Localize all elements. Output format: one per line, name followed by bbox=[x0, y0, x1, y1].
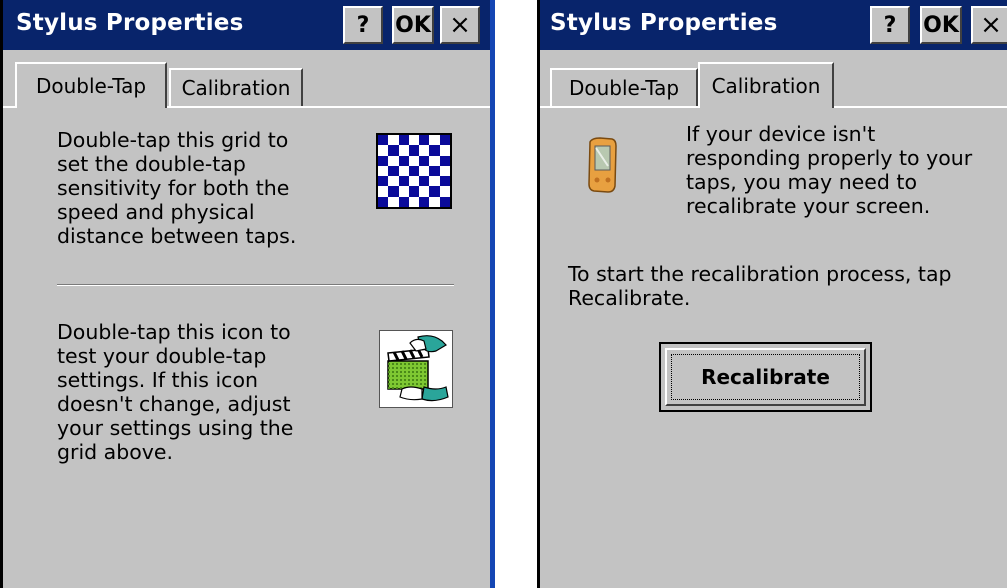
grid-cell bbox=[399, 145, 409, 155]
grid-cell bbox=[398, 196, 409, 207]
grid-cell bbox=[429, 145, 440, 156]
recalibrate-button[interactable]: Recalibrate bbox=[659, 342, 872, 412]
grid-cell bbox=[409, 176, 419, 186]
grid-cell bbox=[429, 156, 439, 166]
grid-cell bbox=[388, 197, 398, 207]
title-bar: Stylus Properties ? OK × bbox=[3, 0, 490, 50]
section-divider bbox=[57, 284, 454, 286]
tab-calibration[interactable]: Calibration bbox=[169, 68, 303, 106]
calibration-instruction: To start the recalibration process, tap … bbox=[568, 262, 952, 310]
grid-cell bbox=[439, 155, 450, 166]
grid-cell bbox=[378, 166, 388, 176]
grid-cell bbox=[408, 165, 420, 177]
tab-double-tap[interactable]: Double-Tap bbox=[550, 68, 698, 106]
grid-cell bbox=[419, 176, 430, 187]
grid-cell bbox=[419, 155, 430, 166]
grid-cell bbox=[378, 176, 389, 187]
grid-cell bbox=[398, 135, 409, 146]
grid-cell bbox=[398, 155, 409, 166]
recalibrate-label: Recalibrate bbox=[701, 365, 830, 389]
tab-calibration[interactable]: Calibration bbox=[698, 62, 834, 108]
grid-cell bbox=[388, 165, 399, 177]
grid-cell bbox=[429, 197, 439, 207]
stylus-properties-dialog-calibration: Stylus Properties ? OK × Double-Tap Cali… bbox=[537, 0, 1007, 588]
close-button[interactable]: × bbox=[971, 6, 1007, 44]
dialog-title: Stylus Properties bbox=[550, 10, 778, 36]
grid-cell bbox=[419, 186, 429, 196]
grid-cell bbox=[408, 186, 420, 197]
ok-button[interactable]: OK bbox=[392, 6, 434, 44]
grid-cell bbox=[378, 135, 389, 146]
grid-cell bbox=[398, 176, 409, 187]
clapperboard-hands-icon[interactable] bbox=[379, 330, 453, 408]
grid-cell bbox=[378, 196, 389, 207]
stylus-properties-dialog-double-tap: Stylus Properties ? OK × Double-Tap Cali… bbox=[0, 0, 495, 588]
grid-cell bbox=[439, 135, 450, 146]
grid-cell bbox=[440, 166, 450, 176]
test-icon-instructions: Double-tap this icon to test your double… bbox=[57, 320, 294, 464]
title-bar: Stylus Properties ? OK × bbox=[540, 0, 1007, 50]
grid-cell bbox=[409, 197, 419, 207]
grid-cell bbox=[378, 155, 389, 166]
grid-cell bbox=[378, 145, 388, 155]
grid-cell bbox=[399, 166, 409, 176]
grid-instructions: Double-tap this grid to set the double-t… bbox=[57, 128, 297, 248]
grid-cell bbox=[419, 166, 429, 176]
grid-cell bbox=[388, 186, 399, 197]
help-button[interactable]: ? bbox=[870, 6, 910, 44]
grid-cell bbox=[399, 186, 409, 196]
grid-cell bbox=[429, 176, 439, 186]
grid-cell bbox=[440, 186, 450, 196]
grid-cell bbox=[439, 196, 450, 207]
grid-cell bbox=[419, 135, 430, 146]
grid-cell bbox=[429, 165, 440, 177]
dialog-title: Stylus Properties bbox=[16, 10, 244, 36]
grid-cell bbox=[439, 176, 450, 187]
grid-cell bbox=[378, 186, 388, 196]
grid-cell bbox=[388, 156, 398, 166]
calibration-intro: If your device isn't responding properly… bbox=[686, 122, 973, 218]
grid-cell bbox=[440, 145, 450, 155]
checkerboard-grid-icon[interactable] bbox=[376, 133, 452, 209]
tab-double-tap[interactable]: Double-Tap bbox=[15, 62, 167, 108]
help-button[interactable]: ? bbox=[343, 6, 383, 44]
grid-cell bbox=[409, 156, 419, 166]
grid-cell bbox=[388, 135, 398, 145]
grid-cell bbox=[409, 135, 419, 145]
close-button[interactable]: × bbox=[440, 6, 480, 44]
grid-cell bbox=[388, 145, 399, 156]
ok-button[interactable]: OK bbox=[920, 6, 962, 44]
handheld-device-icon bbox=[586, 136, 618, 198]
grid-cell bbox=[429, 186, 440, 197]
grid-cell bbox=[429, 135, 439, 145]
grid-cell bbox=[419, 196, 430, 207]
grid-cell bbox=[419, 145, 429, 155]
grid-cell bbox=[388, 176, 398, 186]
grid-cell bbox=[408, 145, 420, 156]
